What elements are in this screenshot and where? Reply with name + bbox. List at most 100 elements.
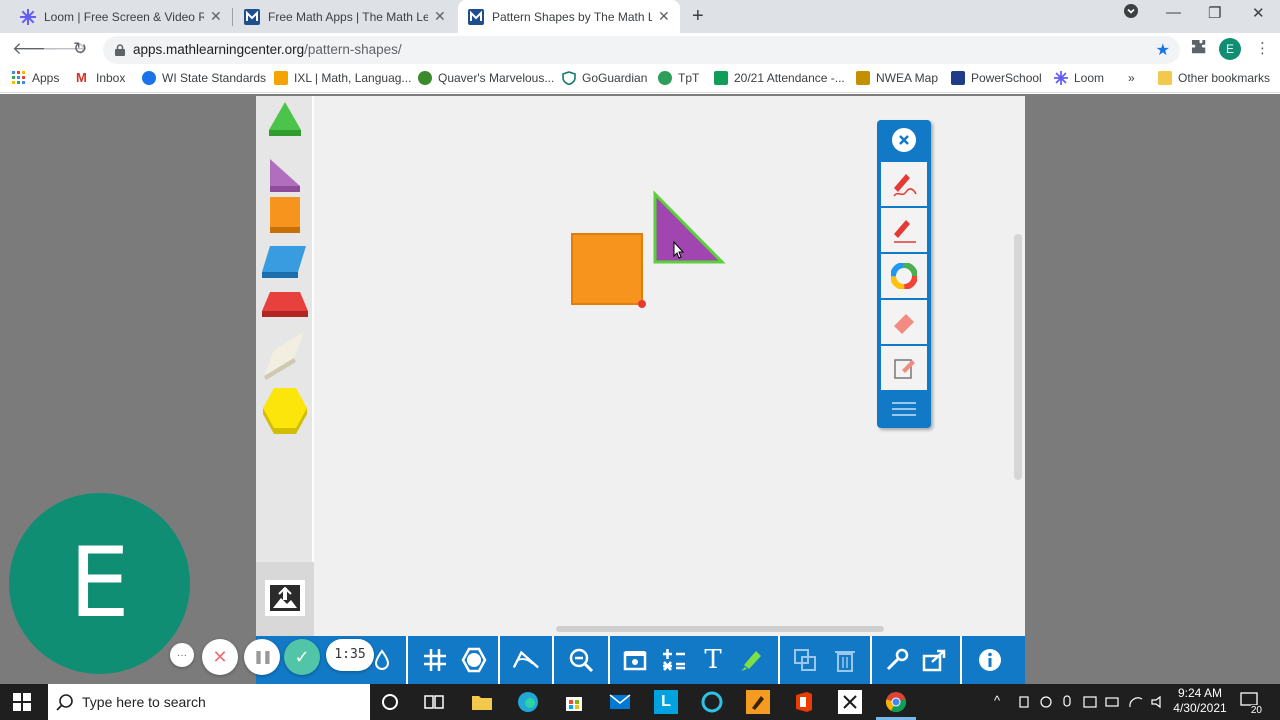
bookmark-loom[interactable]: Loom [1054,71,1104,85]
store-icon[interactable] [562,690,586,714]
vertical-scrollbar[interactable] [1014,234,1022,480]
loom-cancel-button[interactable]: ✕ [202,639,238,675]
loom-done-button[interactable]: ✓ [284,639,320,675]
zoom-out-icon[interactable] [567,646,595,674]
placed-purple-triangle[interactable] [653,190,726,264]
blue-rhombus-shape[interactable] [262,246,306,278]
bookmark-star-icon[interactable]: ★ [1156,40,1170,60]
clock-date: 4/30/2021 [1173,701,1227,715]
loom-more-button[interactable]: ··· [170,643,194,667]
trash-icon[interactable] [831,646,859,674]
tab-loom[interactable]: Loom | Free Screen & Video Recording ✕ [10,0,232,33]
bookmark-ixl[interactable]: IXL | Math, Languag... [274,71,411,85]
close-icon[interactable] [892,128,916,152]
notification-count: 20 [1250,705,1262,716]
math-operations-icon[interactable] [660,646,688,674]
screenshot-icon[interactable] [621,646,649,674]
tab-separator [232,8,233,26]
bookmark-wi-state-standards[interactable]: WI State Standards [142,71,266,85]
notification-center-icon[interactable]: 20 [1240,692,1262,716]
new-tab-button[interactable]: + [692,5,704,28]
color-wheel-icon[interactable] [881,254,927,298]
protractor-icon[interactable] [512,646,540,674]
search-icon [56,693,74,716]
line-pen-icon[interactable] [881,208,927,252]
orange-square-shape[interactable] [270,197,300,233]
kebab-menu-icon[interactable]: ⋮ [1255,39,1270,57]
bookmark-other[interactable]: Other bookmarks [1158,71,1270,85]
close-icon[interactable]: ✕ [434,8,446,25]
tray-chevron-icon[interactable]: ^ [994,693,1000,708]
cortana-icon[interactable] [378,690,402,714]
grid-icon[interactable] [421,646,449,674]
close-icon[interactable]: ✕ [658,8,670,25]
bookmark-inbox[interactable]: M Inbox [76,70,125,86]
powerschool-icon [951,71,965,85]
freehand-pen-icon[interactable] [881,162,927,206]
address-bar[interactable]: apps.mathlearningcenter.org/pattern-shap… [103,36,1180,64]
search-placeholder: Type here to search [82,694,206,710]
bookmark-apps[interactable]: Apps [12,71,59,85]
info-icon[interactable] [976,646,1004,674]
text-icon[interactable]: T [699,645,727,675]
toolbar-separator [960,636,962,684]
close-window-button[interactable]: ✕ [1252,4,1265,22]
paint-app-icon[interactable] [746,690,770,714]
close-icon[interactable]: ✕ [210,8,222,25]
highlighter-icon[interactable] [737,646,765,674]
clock-time: 9:24 AM [1177,686,1223,700]
export-image-button[interactable] [265,580,305,616]
profile-avatar[interactable]: E [1219,38,1241,60]
settings-icon[interactable] [883,646,911,674]
edge-icon[interactable] [516,690,540,714]
bookmark-label: Apps [32,71,60,85]
bookmarks-overflow-button[interactable]: » [1128,71,1135,85]
tab-pattern-shapes[interactable]: Pattern Shapes by The Math Learning Cent… [458,0,680,33]
toolbar-separator [498,636,500,684]
minimize-button[interactable]: — [1166,4,1181,21]
bookmark-attendance[interactable]: 20/21 Attendance -... [714,71,845,85]
task-view-icon[interactable] [422,690,446,714]
shape-outline-icon[interactable] [460,646,488,674]
purple-triangle-shape[interactable] [270,159,300,192]
lock-icon [115,43,125,56]
bookmark-tpt[interactable]: TpT [658,71,699,85]
red-trapezoid-shape[interactable] [262,292,308,317]
loom-timer: 1:35 [326,639,374,671]
tab-free-math-apps[interactable]: Free Math Apps | The Math Learning Cente… [234,0,456,33]
bookmark-powerschool[interactable]: PowerSchool [951,71,1042,85]
loom-icon [20,8,36,25]
restore-button[interactable]: ❐ [1208,4,1221,22]
clear-page-icon[interactable] [881,346,927,390]
chrome-icon[interactable] [884,690,908,714]
duplicate-icon[interactable] [791,646,819,674]
snip-tool-icon[interactable] [838,690,862,714]
menu-icon[interactable] [892,400,916,418]
l-app-icon[interactable]: L [654,690,678,714]
image-export-icon [270,585,300,611]
yellow-hexagon-shape[interactable] [263,388,307,434]
horizontal-scrollbar[interactable] [556,626,884,632]
mail-icon[interactable] [608,690,632,714]
bookmark-goguardian[interactable]: GoGuardian [562,71,647,86]
taskbar-search-box[interactable]: Type here to search [48,684,370,720]
office-icon[interactable] [792,690,816,714]
green-triangle-shape[interactable] [269,102,301,136]
alexa-icon[interactable] [700,690,724,714]
reload-button[interactable]: ↻ [73,39,87,59]
share-icon[interactable] [921,646,949,674]
tab-search-icon[interactable] [1124,4,1138,22]
extensions-icon[interactable] [1191,39,1207,59]
bookmark-nwea-map[interactable]: NWEA Map [856,71,938,85]
placed-orange-square[interactable] [571,233,646,308]
windows-start-icon[interactable] [13,693,31,716]
bookmark-quaver[interactable]: Quaver's Marvelous... [418,71,554,85]
taskbar-clock[interactable]: 9:24 AM 4/30/2021 [1170,686,1230,716]
gmail-icon: M [76,70,87,85]
file-explorer-icon[interactable] [470,690,494,714]
rotate-handle[interactable] [638,300,646,308]
loom-camera-bubble[interactable]: E [9,493,190,674]
loom-pause-button[interactable]: ❚❚ [244,639,280,675]
tan-rhombus-shape[interactable] [264,332,304,380]
eraser-icon[interactable] [881,300,927,344]
